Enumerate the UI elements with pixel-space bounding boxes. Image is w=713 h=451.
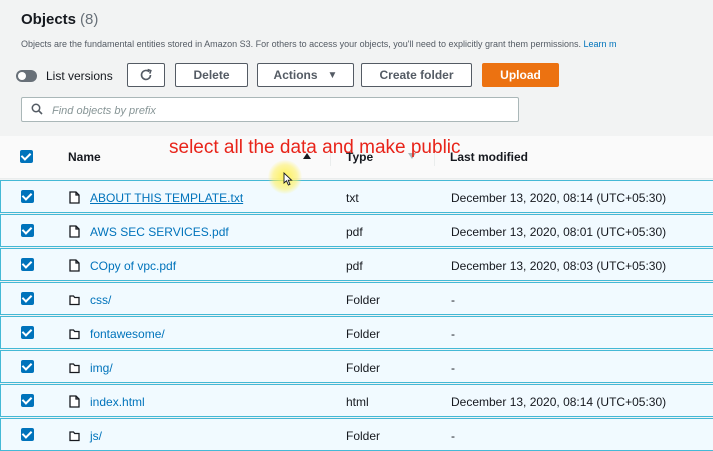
actions-button[interactable]: Actions ▼ — [257, 63, 354, 87]
table-row[interactable]: AWS SEC SERVICES.pdf pdf December 13, 20… — [0, 214, 713, 247]
select-all-checkbox[interactable] — [20, 150, 33, 163]
toggle-knob — [18, 72, 26, 80]
object-name-link[interactable]: js/ — [90, 429, 102, 443]
objects-description: Objects are the fundamental entities sto… — [21, 39, 617, 49]
table-row[interactable]: img/ Folder - — [0, 350, 713, 383]
object-type: pdf — [346, 225, 363, 239]
object-type: txt — [346, 191, 359, 205]
file-icon — [69, 191, 80, 204]
file-icon — [69, 395, 80, 408]
list-versions-toggle[interactable] — [16, 70, 37, 82]
delete-button[interactable]: Delete — [175, 63, 248, 87]
row-checkbox[interactable] — [21, 224, 34, 237]
object-last-modified: December 13, 2020, 08:01 (UTC+05:30) — [451, 225, 667, 239]
folder-icon — [69, 329, 80, 340]
objects-table: Name Type Last modified ABOUT THIS TEMPL… — [0, 136, 713, 451]
search-input[interactable] — [50, 101, 494, 120]
table-body: ABOUT THIS TEMPLATE.txt txt December 13,… — [0, 180, 713, 451]
upload-button[interactable]: Upload — [482, 63, 559, 87]
row-checkbox[interactable] — [21, 394, 34, 407]
file-icon — [69, 225, 80, 238]
table-row[interactable]: COpy of vpc.pdf pdf December 13, 2020, 0… — [0, 248, 713, 281]
object-type: Folder — [346, 429, 381, 443]
learn-more-link[interactable]: Learn m — [584, 39, 617, 49]
create-folder-button[interactable]: Create folder — [361, 63, 472, 87]
object-last-modified: - — [451, 429, 455, 443]
row-checkbox[interactable] — [21, 292, 34, 305]
folder-icon — [69, 295, 80, 306]
object-last-modified: - — [451, 361, 455, 375]
object-last-modified: - — [451, 293, 455, 307]
row-checkbox[interactable] — [21, 428, 34, 441]
file-icon — [69, 259, 80, 272]
actions-label: Actions — [273, 68, 318, 82]
table-row[interactable]: fontawesome/ Folder - — [0, 316, 713, 349]
list-versions-label: List versions — [46, 69, 113, 83]
table-row[interactable]: js/ Folder - — [0, 418, 713, 451]
object-type: html — [346, 395, 369, 409]
object-type: Folder — [346, 293, 381, 307]
annotation-text: select all the data and make public — [169, 137, 461, 158]
row-checkbox[interactable] — [21, 190, 34, 203]
search-icon — [31, 103, 43, 115]
object-last-modified: December 13, 2020, 08:03 (UTC+05:30) — [451, 259, 667, 273]
object-name-link[interactable]: COpy of vpc.pdf — [90, 259, 176, 273]
object-type: pdf — [346, 259, 363, 273]
object-type: Folder — [346, 327, 381, 341]
object-name-link[interactable]: index.html — [90, 395, 145, 409]
object-count: (8) — [80, 11, 99, 28]
object-name-link[interactable]: AWS SEC SERVICES.pdf — [90, 225, 229, 239]
object-last-modified: December 13, 2020, 08:14 (UTC+05:30) — [451, 191, 667, 205]
row-checkbox[interactable] — [21, 326, 34, 339]
column-last-modified[interactable]: Last modified — [450, 150, 528, 164]
refresh-button[interactable] — [127, 63, 165, 87]
table-row[interactable]: css/ Folder - — [0, 282, 713, 315]
folder-icon — [69, 363, 80, 374]
mouse-cursor-icon — [283, 172, 293, 186]
object-last-modified: - — [451, 327, 455, 341]
refresh-icon — [140, 68, 152, 81]
column-name[interactable]: Name — [68, 150, 101, 164]
object-name-link[interactable]: ABOUT THIS TEMPLATE.txt — [90, 191, 243, 205]
object-type: Folder — [346, 361, 381, 375]
table-row[interactable]: ABOUT THIS TEMPLATE.txt txt December 13,… — [0, 180, 713, 213]
object-name-link[interactable]: img/ — [90, 361, 113, 375]
caret-down-icon: ▼ — [327, 69, 338, 81]
search-box — [21, 97, 519, 122]
page-title: Objects — [21, 11, 77, 28]
object-name-link[interactable]: fontawesome/ — [90, 327, 165, 341]
object-last-modified: December 13, 2020, 08:14 (UTC+05:30) — [451, 395, 667, 409]
object-name-link[interactable]: css/ — [90, 293, 111, 307]
row-checkbox[interactable] — [21, 258, 34, 271]
row-checkbox[interactable] — [21, 360, 34, 373]
objects-title: Objects (8) — [21, 11, 98, 28]
objects-toolbar: List versions Delete Actions ▼ Create fo… — [16, 63, 713, 89]
table-row[interactable]: index.html html December 13, 2020, 08:14… — [0, 384, 713, 417]
